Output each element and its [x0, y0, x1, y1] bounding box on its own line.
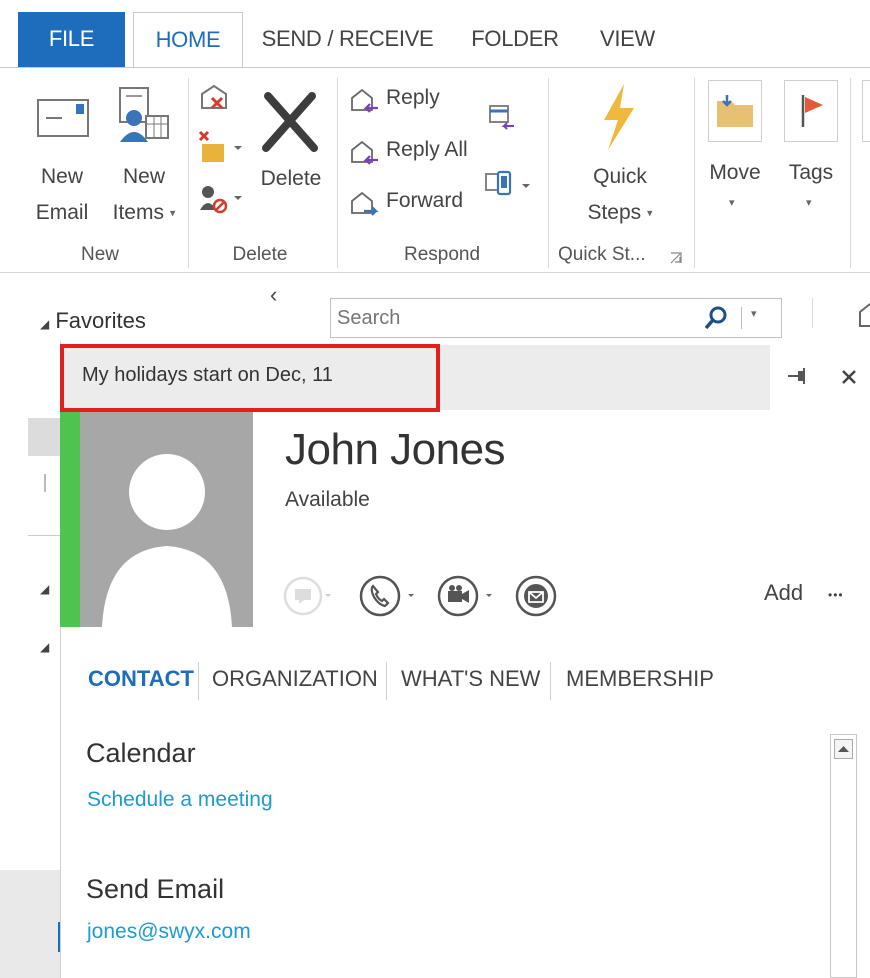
forward-icon [351, 191, 379, 216]
nav-group-arrow-1[interactable]: ◢ [40, 582, 49, 596]
video-button[interactable] [436, 574, 496, 618]
tab-send-receive[interactable]: SEND / RECEIVE [260, 12, 435, 68]
tab-whats-new[interactable]: WHAT'S NEW [401, 660, 540, 698]
quick-steps-label-2: Steps ▾ [587, 201, 653, 224]
favorites-label: Favorites [55, 308, 146, 333]
note-highlight-box [60, 344, 440, 412]
search-box: ▾ [330, 298, 782, 338]
new-items-button[interactable]: New Items ▾ [106, 84, 182, 238]
chat-icon [283, 576, 331, 616]
reply-button[interactable]: Reply [350, 84, 470, 118]
clean-up-icon[interactable] [198, 130, 244, 166]
tab-contact[interactable]: CONTACT [88, 660, 194, 698]
people-card-icon[interactable] [856, 302, 870, 330]
more-respond-icon[interactable] [484, 170, 534, 202]
dialog-launcher-icon[interactable] [670, 252, 682, 264]
new-email-icon [37, 99, 89, 137]
nav-lower-area [0, 870, 60, 978]
quick-steps-button[interactable]: Quick Steps ▾ [578, 80, 662, 238]
schedule-meeting-link[interactable]: Schedule a meeting [87, 788, 273, 812]
tags-icon-frame [784, 80, 838, 142]
im-button[interactable] [283, 574, 333, 618]
meeting-icon[interactable] [488, 102, 516, 132]
tab-organization[interactable]: ORGANIZATION [212, 660, 378, 698]
tags-label: Tags [788, 161, 834, 184]
search-icon[interactable] [703, 305, 729, 331]
new-email-label-2: Email [35, 201, 89, 224]
tab-folder[interactable]: FOLDER [460, 12, 570, 68]
folder-move-icon [717, 95, 753, 127]
mail-icon [515, 575, 557, 617]
forward-label: Forward [386, 189, 464, 212]
group-label-new: New [80, 244, 119, 265]
favorites-header[interactable]: ◢ Favorites [40, 308, 146, 334]
new-email-label-1: New [40, 165, 83, 188]
group-label-delete: Delete [232, 244, 288, 265]
call-button[interactable] [358, 574, 418, 618]
delete-x-icon [262, 92, 318, 152]
forward-button[interactable]: Forward [350, 187, 470, 221]
tab-home[interactable]: HOME [133, 12, 243, 69]
ribbon-tab-bar: FILE HOME SEND / RECEIVE FOLDER VIEW [0, 0, 870, 69]
video-icon [437, 575, 492, 617]
search-scope-dropdown[interactable]: ▾ [751, 307, 757, 320]
delete-label: Delete [260, 167, 322, 190]
tags-button[interactable]: Tags ▾ [782, 78, 840, 228]
tags-caret: ▾ [806, 197, 812, 209]
tab-view[interactable]: VIEW [590, 12, 665, 68]
nav-selected-item[interactable] [28, 418, 60, 456]
delete-button[interactable]: Delete [254, 88, 328, 238]
reply-label: Reply [386, 86, 440, 109]
flag-icon [801, 95, 823, 127]
contact-name: John Jones [285, 425, 506, 474]
ignore-icon[interactable] [198, 82, 232, 116]
group-label-respond: Respond [403, 244, 481, 265]
group-label-quick-steps: Quick St... [558, 244, 646, 265]
nav-divider [28, 535, 60, 536]
scroll-up-arrow-icon [838, 746, 849, 752]
pin-icon[interactable] [786, 366, 808, 386]
lightning-icon [604, 84, 634, 150]
reply-all-label: Reply All [386, 138, 468, 161]
collapse-pane-button[interactable]: ‹ [270, 282, 277, 308]
junk-icon[interactable] [198, 182, 244, 216]
reply-all-icon [351, 140, 378, 165]
new-items-icon [119, 87, 169, 142]
tab-membership[interactable]: MEMBERSHIP [566, 660, 714, 698]
tab-file[interactable]: FILE [18, 12, 125, 67]
toolbar-divider [812, 298, 813, 328]
close-icon[interactable] [840, 368, 858, 386]
reply-all-button[interactable]: Reply All [350, 136, 480, 170]
avatar-placeholder-icon [102, 454, 232, 627]
scroll-up-button[interactable] [834, 739, 853, 759]
ribbon-overflow-frame [862, 80, 870, 142]
move-caret: ▾ [729, 197, 735, 209]
more-options-button[interactable]: ••• [828, 588, 844, 602]
new-email-button[interactable]: New Email [30, 88, 96, 238]
card-scrollbar[interactable] [830, 734, 857, 978]
move-button[interactable]: Move ▾ [706, 78, 764, 228]
phone-icon [359, 575, 414, 617]
nav-group-arrow-2[interactable]: ◢ [40, 640, 49, 654]
expand-triangle-icon: ◢ [40, 317, 50, 331]
new-items-label-1: New [122, 165, 165, 188]
move-label: Move [709, 161, 761, 184]
nav-item-marker [44, 474, 50, 492]
email-button[interactable] [514, 574, 560, 618]
move-icon-frame [708, 80, 762, 142]
email-address-link[interactable]: jones@swyx.com [87, 920, 251, 944]
calendar-heading: Calendar [86, 738, 196, 768]
quick-steps-label-1: Quick [593, 165, 647, 188]
search-input[interactable] [337, 303, 687, 333]
outlook-window: FILE HOME SEND / RECEIVE FOLDER VIEW New… [0, 0, 870, 978]
search-divider [741, 307, 742, 329]
avatar [80, 412, 253, 627]
reply-icon [351, 88, 378, 113]
new-items-label-2: Items ▾ [112, 201, 176, 224]
presence-bar [60, 412, 80, 627]
add-button[interactable]: Add [764, 580, 803, 606]
contact-status: Available [285, 488, 370, 511]
send-email-heading: Send Email [86, 874, 225, 904]
